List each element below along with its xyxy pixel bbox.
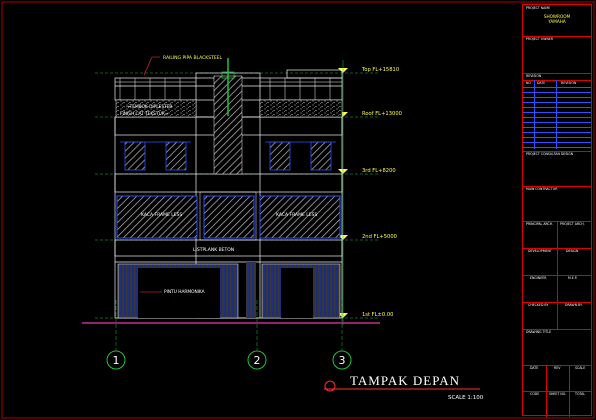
level-2nd: 2nd FL+5000 [362, 234, 397, 240]
footer-total-label: TOTAL [575, 392, 586, 396]
development-label: DEVELOPMENT [528, 249, 552, 253]
level-3rd: 3rd FL+8200 [362, 168, 396, 174]
footer-date-label: DATE [530, 366, 539, 370]
drawing-title: TAMPAK DEPAN [350, 373, 460, 388]
project-name: SHOWROOM YAMAHA [543, 14, 571, 24]
level-roof: Roof FL+13000 [362, 111, 402, 117]
label-glass-right: KACA FRAME LESS [276, 212, 317, 218]
footer-sheet-label: SHEET NO. [549, 392, 567, 396]
revision-col-no: NO [526, 81, 531, 85]
revision-col-revision: REVISION [561, 81, 577, 85]
grid-label-2: 2 [254, 354, 261, 367]
consultant-label: PROJECT CONSULTAN DESIGN [526, 152, 574, 156]
revision-col-date: DATE [537, 81, 546, 85]
label-listplank: LISTPLANK BETON [193, 247, 234, 253]
level-top: Top FL+15810 [361, 67, 399, 73]
project-arch-label: PROJECT ARCH. [560, 222, 585, 226]
drawn-by-label: DRAWN BY [565, 303, 583, 307]
label-door: PINTU HARMONIKA [164, 289, 205, 295]
principal-arch-label: PRINCIPAL ARCH. [526, 222, 554, 226]
grid-bubbles [106, 350, 352, 370]
design-label: DESIGN [566, 249, 579, 253]
drawing-title-label: DRAWING TITLE [526, 330, 552, 334]
grid-label-1: 1 [113, 354, 120, 367]
engineer-label: ENGINEER [530, 276, 547, 280]
footer-rev-label: REV [554, 366, 561, 370]
project-owner-label: PROJECT OWNER [526, 37, 554, 41]
label-glass-left: KACA FRAME LESS [141, 212, 182, 218]
revision-label: REVISION [526, 74, 542, 78]
footer-scale-label: SCALE [575, 366, 586, 370]
level-1st: 1st FL±0.00 [362, 312, 393, 318]
label-wall-line2: FINISH CAT TEKSTUR→ [120, 111, 169, 117]
footer-code-label: CODE [530, 392, 540, 396]
label-railing: RAILING PIPA BLACKSTEEL [163, 55, 223, 61]
label-wall-line1: →TEMBOK DIPLESTER [126, 104, 172, 110]
title-block: PROJECT NAME SHOWROOM YAMAHA PROJECT OWN… [522, 4, 592, 417]
drawing-scale: SCALE 1:100 [448, 395, 484, 401]
checked-by-label: CHECKED BY [528, 303, 549, 307]
ground-floor-doors [117, 262, 341, 319]
contractor-label: MAIN CONTRACTOR [526, 187, 558, 191]
project-name-label: PROJECT NAME [526, 6, 551, 10]
textured-wall-right [259, 99, 343, 118]
annotation-leaders [140, 56, 162, 293]
mep-label: M.E.P. [568, 276, 578, 280]
grid-label-3: 3 [339, 354, 346, 367]
elevation-drawing: Top FL+15810 Roof FL+13000 3rd FL+8200 2… [1, 1, 595, 419]
